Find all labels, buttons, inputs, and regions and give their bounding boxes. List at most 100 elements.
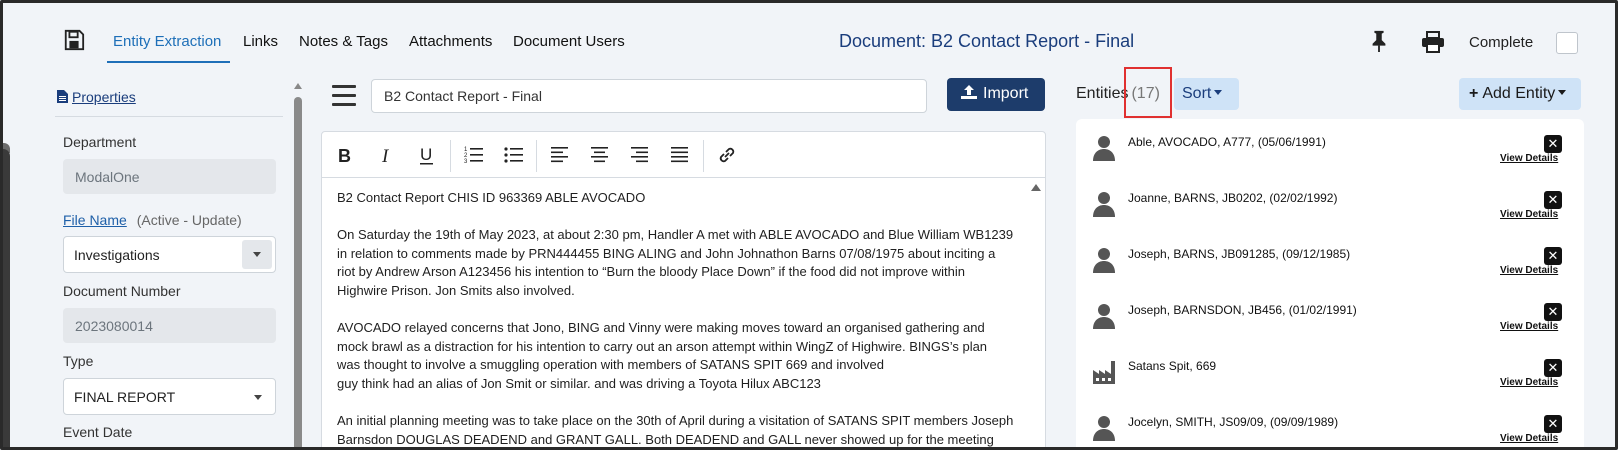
event-date-label: Event Date [63,424,133,440]
entity-item[interactable]: Jocelyn, SMITH, JS09/09, (09/09/1989) ✕ … [1076,399,1584,447]
chevron-down-icon [1214,90,1223,95]
entity-item[interactable]: Joanne, BARNS, JB0202, (02/02/1992) ✕ Vi… [1076,175,1584,231]
align-justify-icon[interactable] [669,144,691,166]
text-line: mock brawl as a distraction for his inte… [337,338,988,354]
chevron-down-icon [253,252,261,257]
remove-entity-icon[interactable]: ✕ [1544,247,1562,265]
tab-entity-extraction[interactable]: Entity Extraction [113,33,221,50]
person-icon [1093,416,1115,441]
paragraph-1: On Saturday the 19th of May 2023, at abo… [337,226,1027,300]
view-details-link[interactable]: View Details [1500,377,1558,388]
align-center-icon[interactable] [589,144,611,166]
chevron-down-icon [1558,90,1567,95]
properties-link[interactable]: Properties [57,89,136,105]
scroll-up-arrow-icon[interactable] [294,83,302,89]
left-panel-edge[interactable] [3,149,10,447]
toolbar-separator [703,140,704,172]
underline-icon[interactable]: U [416,144,438,166]
sort-label: Sort [1182,85,1212,102]
entity-item[interactable]: Joseph, BARNS, JB091285, (09/12/1985) ✕ … [1076,231,1584,287]
italic-icon[interactable]: I [376,144,398,166]
type-select[interactable]: FINAL REPORT [63,378,276,415]
align-left-icon[interactable] [549,144,571,166]
ordered-list-icon[interactable]: 123 [463,144,485,166]
document-number-label: Document Number [63,283,181,299]
top-nav: Entity Extraction Links Notes & Tags Att… [3,3,1615,75]
tab-notes-tags[interactable]: Notes & Tags [299,33,388,50]
person-icon [1093,248,1115,273]
sidebar-scrollbar[interactable] [294,83,302,447]
count-highlight-box [1124,67,1172,118]
view-details-link[interactable]: View Details [1500,209,1558,220]
svg-text:I: I [381,146,390,166]
department-label: Department [63,134,137,150]
tab-document-users[interactable]: Document Users [513,33,625,50]
svg-text:3: 3 [464,159,468,165]
text-line: guy think had an alias of Jon Smit or si… [337,375,821,391]
remove-entity-icon[interactable]: ✕ [1544,191,1562,209]
type-value: FINAL REPORT [74,389,176,405]
file-name-select[interactable]: Investigations [63,236,276,273]
tab-links[interactable]: Links [243,33,278,50]
view-details-link[interactable]: View Details [1500,433,1558,444]
align-right-icon[interactable] [629,144,651,166]
report-heading: B2 Contact Report CHIS ID 963369 ABLE AV… [337,190,646,205]
scrollbar-thumb[interactable] [294,97,302,447]
file-name-value: Investigations [74,247,160,263]
file-name-dropdown-button[interactable] [242,240,272,269]
editor-toolbar: B I U 123 [322,132,1045,178]
tab-attachments[interactable]: Attachments [409,33,492,50]
paragraph-2: AVOCADO relayed concerns that Jono, BING… [337,319,1027,393]
remove-entity-icon[interactable]: ✕ [1544,135,1562,153]
document-number-field: 2023080014 [63,308,276,343]
properties-link-label: Properties [72,89,136,105]
save-icon[interactable] [63,29,85,51]
document-icon [57,90,68,103]
remove-entity-icon[interactable]: ✕ [1544,415,1562,433]
entity-name: Jocelyn, SMITH, JS09/09, (09/09/1989) [1128,415,1339,429]
text-line: riot by Andrew Arson A123456 his intenti… [337,264,965,280]
sort-button[interactable]: Sort [1174,78,1239,110]
person-icon [1093,304,1115,329]
text-line: Highwire Prison. Jon Smits also involved… [337,282,575,298]
menu-icon[interactable] [332,85,356,107]
complete-label: Complete [1469,34,1534,51]
document-title-input[interactable] [371,79,927,113]
import-button[interactable]: Import [947,78,1045,111]
text-line: in relation to comments made by PRN44445… [337,245,996,261]
text-line: was thought to involve a smuggling opera… [337,357,885,373]
entity-name: Joanne, BARNS, JB0202, (02/02/1992) [1128,191,1338,205]
text-line: An initial planning meeting was to take … [337,413,1014,429]
chevron-down-icon [254,395,262,400]
person-icon [1093,192,1115,217]
print-icon[interactable] [1421,31,1445,53]
svg-text:U: U [420,145,432,164]
plus-icon: + [1469,85,1479,102]
add-entity-label: Add Entity [1482,85,1556,102]
person-icon [1093,136,1115,161]
editor-content[interactable]: B2 Contact Report CHIS ID 963369 ABLE AV… [337,189,1027,447]
rich-text-editor[interactable]: B I U 123 B2 Contact Report CHIS ID 9633… [321,131,1046,447]
entity-item[interactable]: Satans Spit, 669 ✕ View Details [1076,343,1584,399]
entity-item[interactable]: Joseph, BARNSDON, JB456, (01/02/1991) ✕ … [1076,287,1584,343]
link-icon[interactable] [716,144,738,166]
bold-icon[interactable]: B [334,144,356,166]
entity-item[interactable]: Able, AVOCADO, A777, (05/06/1991) ✕ View… [1076,119,1584,175]
remove-entity-icon[interactable]: ✕ [1544,303,1562,321]
add-entity-button[interactable]: + Add Entity [1459,78,1581,110]
editor-scroll-up-icon[interactable] [1031,184,1041,191]
remove-entity-icon[interactable]: ✕ [1544,359,1562,377]
svg-text:B: B [338,146,351,166]
department-field: ModalOne [63,159,276,194]
entity-name: Joseph, BARNSDON, JB456, (01/02/1991) [1128,303,1357,317]
view-details-link[interactable]: View Details [1500,321,1558,332]
pin-icon[interactable] [1369,30,1389,52]
entity-name: Joseph, BARNS, JB091285, (09/12/1985) [1128,247,1351,261]
view-details-link[interactable]: View Details [1500,265,1558,276]
view-details-link[interactable]: View Details [1500,153,1558,164]
unordered-list-icon[interactable] [503,144,525,166]
file-name-link[interactable]: File Name [63,212,127,228]
complete-checkbox[interactable] [1556,32,1578,54]
entity-name: Satans Spit, 669 [1128,359,1217,373]
app-window: Entity Extraction Links Notes & Tags Att… [0,0,1618,450]
